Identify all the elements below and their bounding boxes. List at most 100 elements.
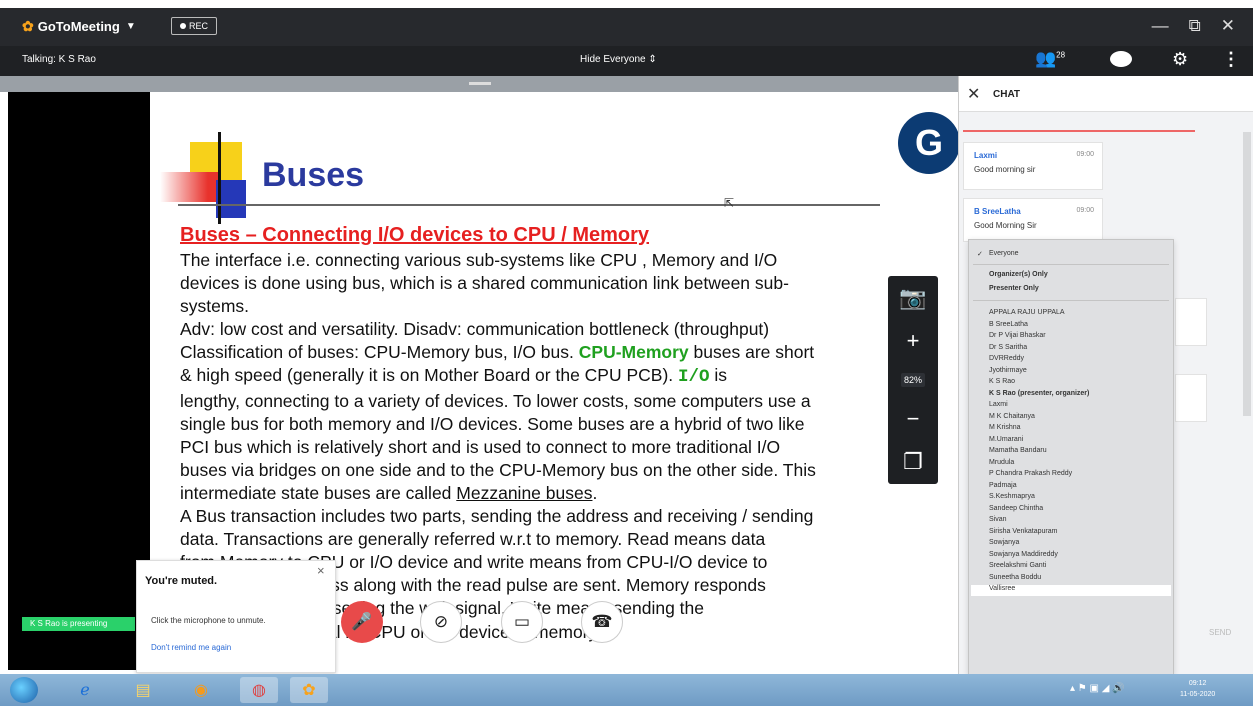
app-name: GoToMeeting xyxy=(37,19,120,34)
view-mode-selector[interactable]: Hide Everyone ⇕ xyxy=(580,54,657,65)
slide-line: intermediate state buses are called Mezz… xyxy=(180,482,958,505)
slide-line: Adv: low cost and versatility. Disadv: c… xyxy=(180,319,770,340)
recipient-option[interactable]: Dr S Saritha xyxy=(989,344,1027,351)
phone-hangup-icon: ☎ xyxy=(591,612,613,631)
chevron-down-icon: ▼ xyxy=(125,21,136,32)
chat-divider xyxy=(963,130,1195,132)
maximize-button[interactable]: ⧉ xyxy=(1189,16,1201,36)
internet-explorer-icon[interactable]: ℯ xyxy=(66,677,104,703)
chat-recipient-dropdown[interactable]: ✓ Everyone Organizer(s) Only Presenter O… xyxy=(968,239,1174,675)
up-down-chevron-icon: ⇕ xyxy=(648,54,657,65)
recipient-option-presenter[interactable]: Presenter Only xyxy=(989,285,1039,292)
close-icon[interactable]: × xyxy=(317,563,325,578)
slide-line: PCI bus which is relatively short and is… xyxy=(180,436,781,457)
slide-line: data. Transactions are generally referre… xyxy=(180,529,766,550)
chrome-icon[interactable]: ◍ xyxy=(240,677,278,703)
recipient-option[interactable]: Padmaja xyxy=(989,482,1017,489)
gotomeeting-taskbar-icon[interactable]: ✿ xyxy=(290,677,328,703)
recipient-option-everyone[interactable]: Everyone xyxy=(989,250,1019,257)
slide-highlight: I/O xyxy=(678,367,710,388)
message-sender: Laxmi xyxy=(974,151,998,160)
mouse-cursor-icon: ⇱ xyxy=(724,196,735,210)
record-dot-icon xyxy=(179,23,186,29)
media-player-icon[interactable]: ◉ xyxy=(182,677,220,703)
slide-text: . xyxy=(592,482,598,503)
participant-count: 28 xyxy=(1056,50,1066,60)
start-button-icon[interactable] xyxy=(10,677,38,703)
gotomeeting-logo-icon: ✿ xyxy=(22,18,34,34)
camera-button[interactable]: ⊘ xyxy=(420,601,462,643)
chat-title: CHAT xyxy=(993,89,1021,100)
recipient-option[interactable]: Sandeep Chintha xyxy=(989,505,1043,512)
dont-remind-link[interactable]: Don't remind me again xyxy=(151,643,231,652)
recipient-option[interactable]: K S Rao (presenter, organizer) xyxy=(989,390,1089,397)
recipient-option[interactable]: Sivan xyxy=(989,516,1007,523)
view-mode-label: Hide Everyone xyxy=(580,54,646,65)
recipient-option[interactable]: Sowjanya xyxy=(989,539,1019,546)
chat-scrollbar[interactable] xyxy=(1243,132,1251,416)
recipient-option[interactable]: B SreeLatha xyxy=(989,321,1028,328)
check-icon: ✓ xyxy=(977,251,983,258)
recipient-option[interactable]: M Krishna xyxy=(989,424,1021,431)
zoom-out-button[interactable]: − xyxy=(907,408,920,430)
screen-share-button[interactable]: ▭ xyxy=(501,601,543,643)
microphone-button[interactable]: 🎤 xyxy=(341,601,383,643)
dropdown-divider xyxy=(973,264,1169,265)
recipient-option[interactable]: Mamatha Bandaru xyxy=(989,447,1047,454)
drag-handle[interactable] xyxy=(469,82,491,85)
title-bar: ✿ GoToMeeting ▼ REC — ⧉ ✕ xyxy=(0,0,1253,46)
recipient-option[interactable]: Sreelakshmi Ganti xyxy=(989,562,1046,569)
chat-message xyxy=(1175,298,1207,346)
recipient-option[interactable]: Sirisha Venkatapuram xyxy=(989,528,1057,535)
slide-decoration xyxy=(160,172,220,202)
recipient-option[interactable]: Sowjanya Maddireddy xyxy=(989,551,1058,558)
recipient-option[interactable]: K S Rao xyxy=(989,378,1015,385)
gear-icon[interactable]: ⚙ xyxy=(1172,49,1188,70)
slide-highlight: CPU-Memory xyxy=(578,342,689,363)
recipient-option[interactable]: S.Keshmaprya xyxy=(989,493,1035,500)
dropdown-divider xyxy=(973,300,1169,301)
fit-screen-icon[interactable]: ❐ xyxy=(903,451,923,473)
recipient-option[interactable]: M.Umarani xyxy=(989,436,1023,443)
app-menu-button[interactable]: ✿ GoToMeeting ▼ xyxy=(22,18,136,35)
recipient-option[interactable]: Dr P Vijai Bhaskar xyxy=(989,332,1046,339)
recipient-option[interactable]: Mrudula xyxy=(989,459,1014,466)
file-explorer-icon[interactable]: ▤ xyxy=(124,677,162,703)
slide-heading: Buses – Connecting I/O devices to CPU / … xyxy=(180,224,650,246)
muted-title: You're muted. xyxy=(145,575,218,587)
camera-icon[interactable]: 📷 xyxy=(899,286,926,309)
slide-text: Classification of buses: CPU-Memory bus,… xyxy=(180,342,574,363)
taskbar-clock[interactable]: 09:12 11-05-2020 xyxy=(1180,678,1215,700)
recipient-option[interactable]: Jyothirmaye xyxy=(989,367,1027,374)
record-button[interactable]: REC xyxy=(171,17,217,35)
zoom-in-button[interactable]: + xyxy=(907,329,920,352)
more-options-icon[interactable]: ⋮ xyxy=(1222,49,1240,70)
slide-line: systems. xyxy=(180,296,250,317)
recipient-option-organizers[interactable]: Organizer(s) Only xyxy=(989,271,1048,278)
recipient-option[interactable]: M K Chaitanya xyxy=(989,413,1035,420)
chat-bubble-icon[interactable] xyxy=(1110,51,1132,67)
slide-line: lengthy, connecting to a variety of devi… xyxy=(180,390,811,411)
message-time: 09:00 xyxy=(1076,207,1094,214)
system-tray[interactable]: ▴ ⚑ ▣ ◢ 🔊 xyxy=(1070,683,1125,694)
recipient-option[interactable]: Suneetha Boddu xyxy=(989,574,1041,581)
recipient-option[interactable]: APPALA RAJU UPPALA xyxy=(989,309,1065,316)
close-chat-icon[interactable]: ✕ xyxy=(967,84,980,104)
participants-button[interactable]: 👥28 xyxy=(1035,49,1065,69)
clock-date: 11-05-2020 xyxy=(1180,691,1216,698)
recipient-option[interactable]: Laxmi xyxy=(989,401,1008,408)
recipient-option[interactable]: Vallisree xyxy=(989,585,1015,592)
slide-decoration xyxy=(218,132,221,224)
minimize-button[interactable]: — xyxy=(1152,16,1169,36)
camera-off-icon: ⊘ xyxy=(433,612,449,631)
close-button[interactable]: ✕ xyxy=(1221,16,1235,36)
slide-line: devices is done using bus, which is a sh… xyxy=(180,273,789,294)
leave-meeting-button[interactable]: ☎ xyxy=(581,601,623,643)
recipient-option[interactable]: P Chandra Prakash Reddy xyxy=(989,470,1072,477)
chat-message: Laxmi 09:00 Good morning sir xyxy=(963,142,1103,190)
slide-line: A Bus transaction includes two parts, se… xyxy=(180,506,814,527)
recipient-option[interactable]: DVRReddy xyxy=(989,355,1024,362)
send-button[interactable]: SEND xyxy=(1209,628,1231,637)
meeting-toolbar: Talking: K S Rao Hide Everyone ⇕ 👥28 ⚙ ⋮ xyxy=(0,46,1253,76)
slide-underlined-term: Mezzanine buses xyxy=(456,482,593,503)
